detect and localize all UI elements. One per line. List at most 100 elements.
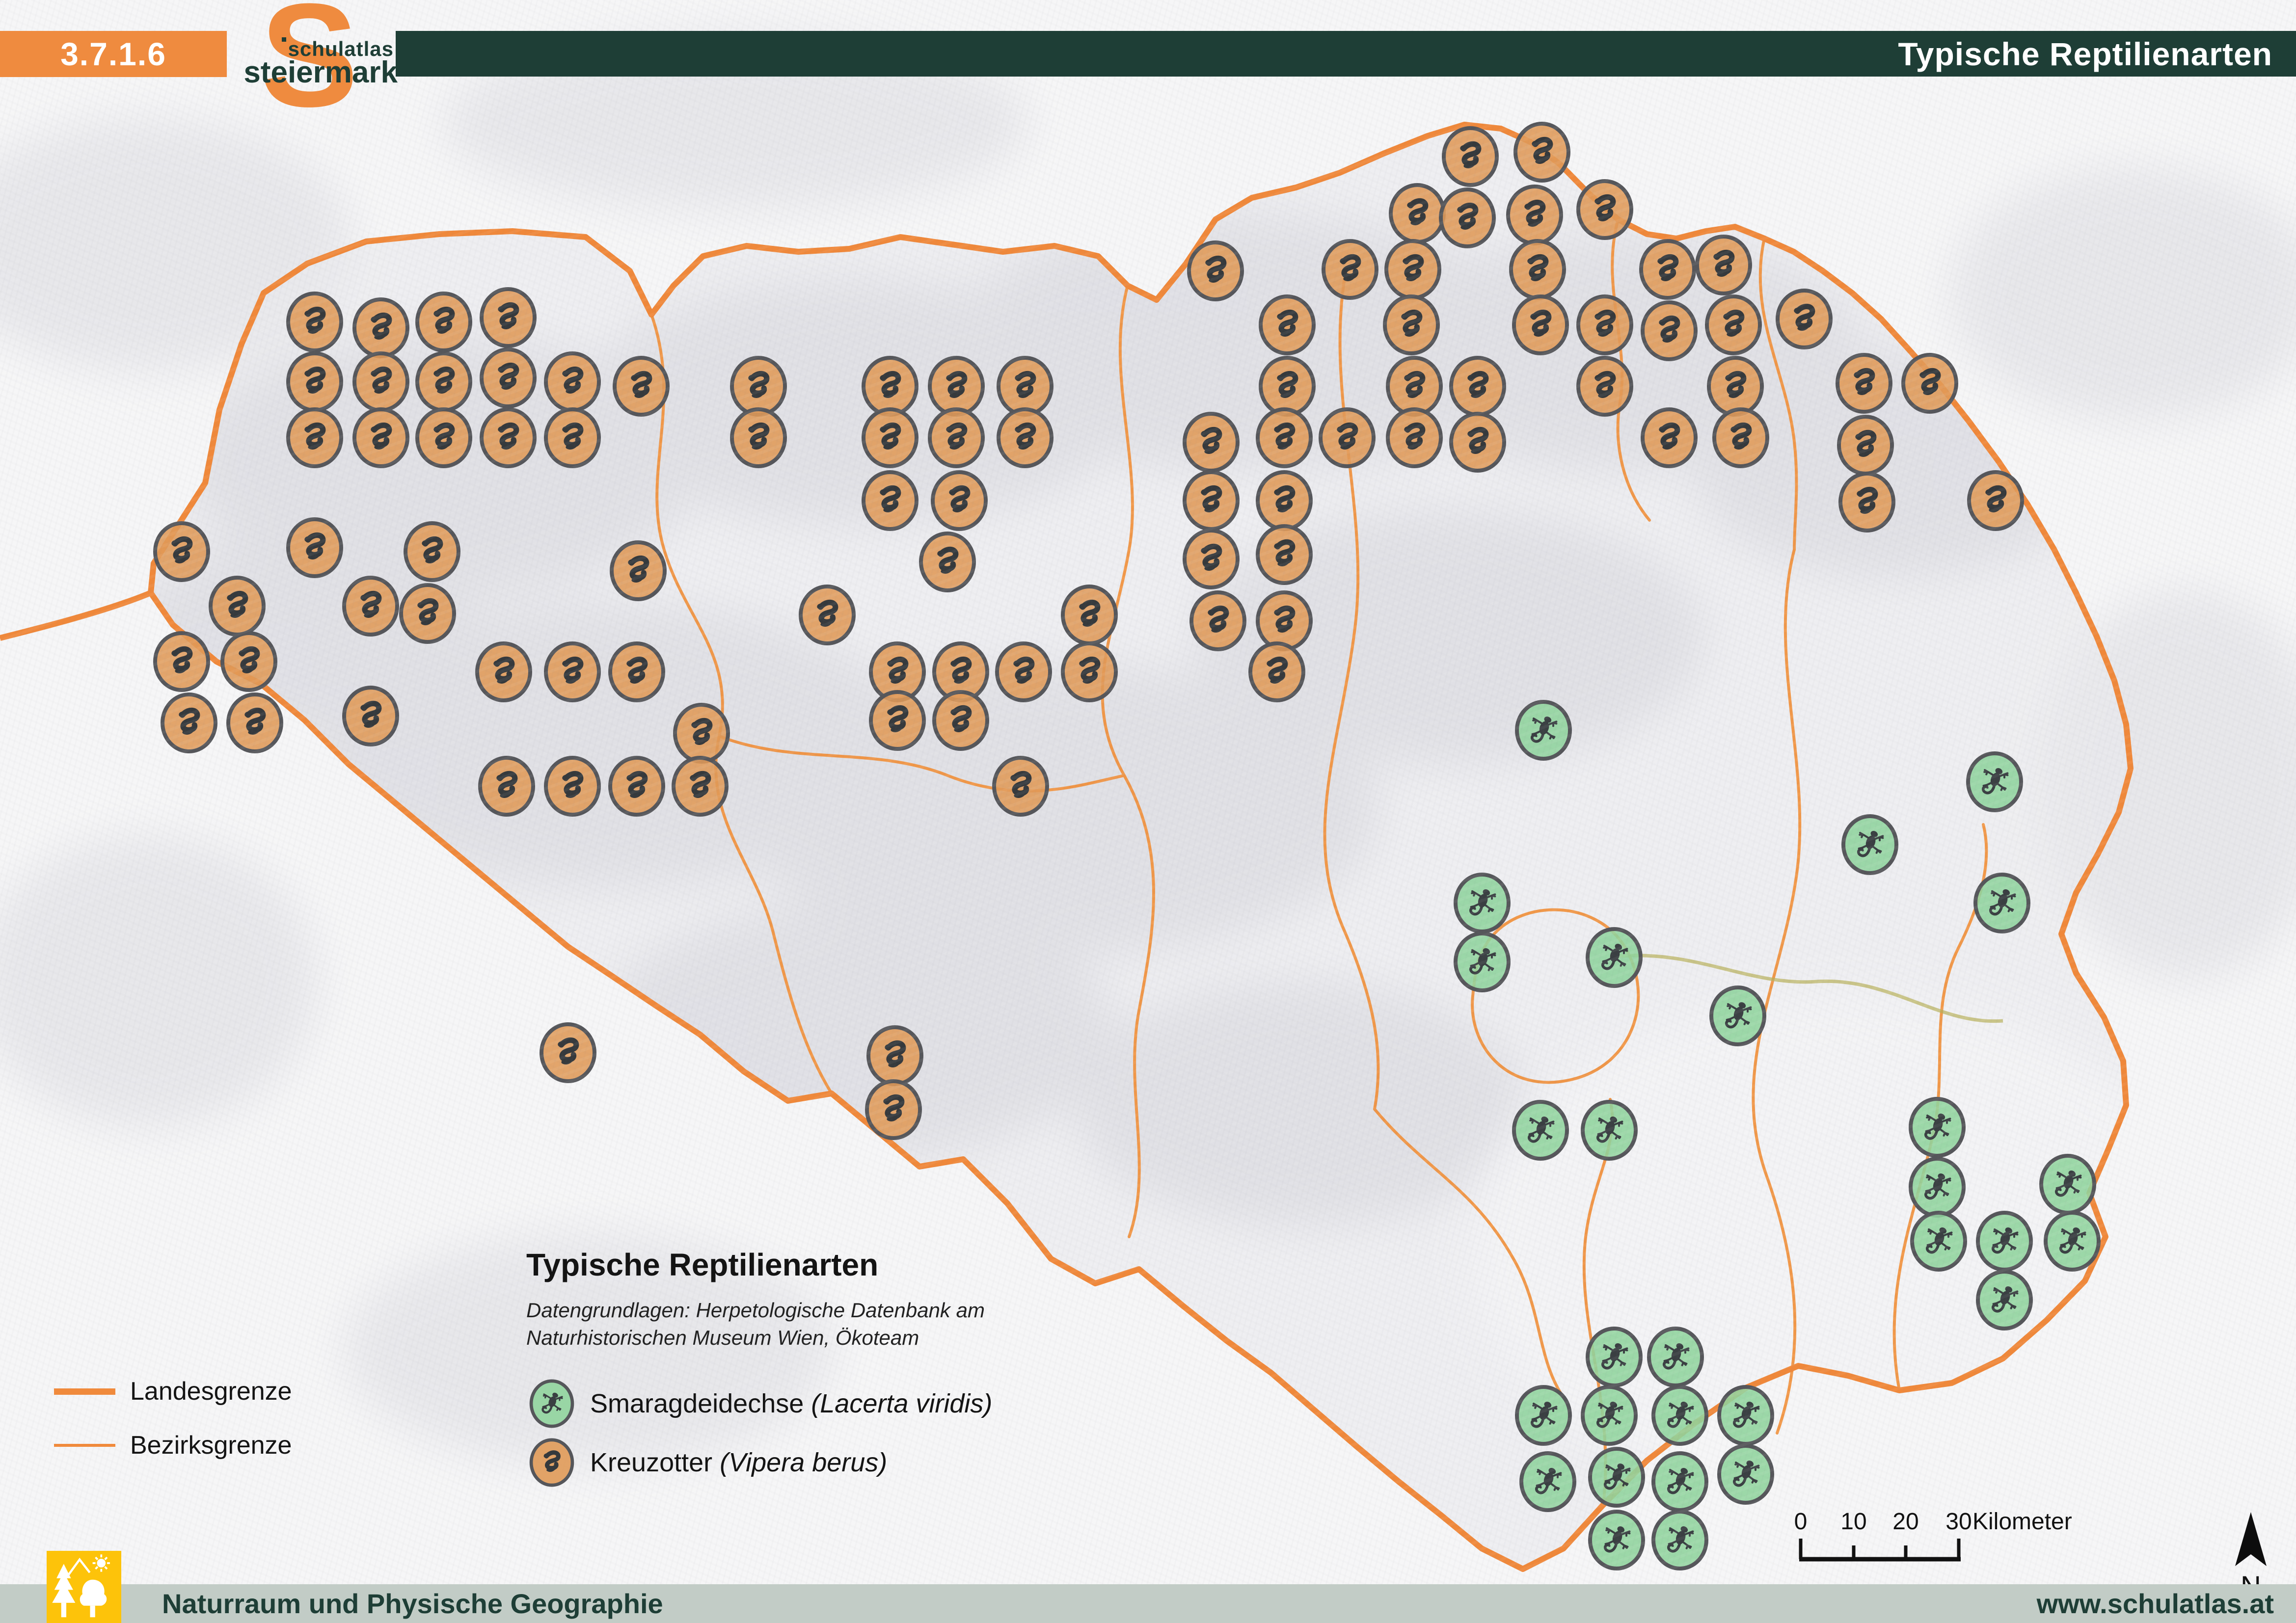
legend-item-kreuzotter: Kreuzotter (Vipera berus) — [526, 1433, 992, 1492]
kreuzotter-marker — [1578, 358, 1631, 415]
smaragdeidechse-marker — [2041, 1156, 2094, 1213]
legend-title: Typische Reptilienarten — [526, 1247, 992, 1283]
kreuzotter-marker — [541, 1024, 594, 1081]
scale-unit-label: Kilometer — [1972, 1508, 2072, 1535]
kreuzotter-marker — [1391, 185, 1444, 242]
smaragdeidechse-marker — [1968, 753, 2021, 810]
kreuzotter-marker — [1578, 296, 1631, 353]
smaragdeidechse-marker — [1711, 987, 1764, 1044]
legend-source-line2: Naturhistorischen Museum Wien, Ökoteam — [526, 1324, 992, 1352]
kreuzotter-marker — [1511, 241, 1564, 298]
kreuzotter-marker — [1451, 358, 1504, 415]
kreuzotter-marker — [994, 758, 1047, 815]
logo-steiermark-text: steiermark — [243, 55, 398, 90]
kreuzotter-marker — [1185, 472, 1238, 529]
kreuzotter-marker — [1321, 409, 1374, 466]
kreuzotter-marker — [288, 353, 341, 410]
kreuzotter-marker — [1969, 472, 2022, 529]
kreuzotter-marker — [482, 349, 535, 406]
kreuzotter-marker — [674, 758, 727, 815]
smaragdeidechse-marker — [1588, 929, 1641, 986]
kreuzotter-marker — [1697, 237, 1750, 293]
kreuzotter-marker — [1707, 296, 1760, 353]
kreuzotter-marker — [867, 1081, 920, 1138]
bezirksgrenze-line-sample — [54, 1444, 115, 1447]
kreuzotter-marker — [546, 643, 599, 700]
scale-tick-10: 10 — [1840, 1508, 1866, 1535]
footer-bar: Naturraum und Physische Geographie www.s… — [0, 1584, 2296, 1623]
kreuzotter-marker — [864, 358, 917, 415]
kreuzotter-marker — [477, 643, 530, 700]
kreuzotter-marker — [1839, 417, 1892, 474]
kreuzotter-marker — [354, 353, 407, 410]
kreuzotter-marker — [930, 358, 983, 415]
kreuzotter-marker — [1250, 643, 1303, 700]
kreuzotter-marker — [1441, 189, 1494, 246]
smaragdeidechse-marker — [1911, 1159, 1964, 1216]
kreuzotter-marker — [610, 758, 663, 815]
kreuzotter-marker — [1903, 355, 1956, 412]
kreuzotter-marker — [1837, 355, 1891, 412]
kreuzotter-marker — [1185, 414, 1238, 471]
footer-section-title: Naturraum und Physische Geographie — [162, 1588, 663, 1620]
kreuzotter-marker — [354, 409, 407, 466]
kreuzotter-marker — [1191, 592, 1244, 649]
kreuzotter-marker — [222, 633, 275, 690]
kreuzotter-marker — [732, 358, 785, 415]
scale-tick-0: 0 — [1794, 1508, 1808, 1535]
schulatlas-logo: S schulatlas steiermark — [231, 0, 407, 123]
kreuzotter-marker — [615, 358, 668, 415]
boundary-label: Landesgrenze — [130, 1377, 292, 1406]
kreuzotter-marker — [155, 523, 208, 580]
smaragdeidechse-marker — [1456, 933, 1509, 990]
legend-source-line1: Datengrundlagen: Herpetologische Datenba… — [526, 1297, 992, 1324]
snake-icon — [526, 1435, 577, 1490]
kreuzotter-marker — [417, 293, 470, 350]
legend-item-label: Kreuzotter (Vipera berus) — [590, 1447, 887, 1478]
kreuzotter-marker — [1385, 296, 1438, 353]
kreuzotter-marker — [1388, 358, 1441, 415]
smaragdeidechse-marker — [1719, 1387, 1772, 1444]
smaragdeidechse-marker — [1517, 702, 1570, 759]
kreuzotter-marker — [344, 688, 397, 745]
kreuzotter-marker — [1258, 526, 1311, 583]
kreuzotter-marker — [480, 758, 533, 815]
kreuzotter-marker — [930, 409, 983, 466]
kreuzotter-marker — [1388, 409, 1441, 466]
kreuzotter-marker — [1386, 241, 1439, 298]
footer-website-link[interactable]: www.schulatlas.at — [2037, 1588, 2274, 1620]
kreuzotter-marker — [1185, 531, 1238, 587]
kreuzotter-marker — [155, 633, 208, 690]
kreuzotter-marker — [1189, 242, 1242, 299]
trees-sun-icon — [47, 1551, 121, 1623]
smaragdeidechse-marker — [1456, 875, 1509, 931]
kreuzotter-marker — [612, 542, 665, 599]
kreuzotter-marker — [546, 409, 599, 466]
north-arrow-icon — [2212, 1509, 2290, 1570]
smaragdeidechse-marker — [1590, 1512, 1643, 1569]
map-number: 3.7.1.6 — [60, 35, 166, 73]
kreuzotter-marker — [1714, 409, 1767, 466]
kreuzotter-marker — [546, 353, 599, 410]
kreuzotter-marker — [211, 578, 264, 635]
kreuzotter-marker — [610, 643, 663, 700]
kreuzotter-marker — [675, 705, 728, 762]
styria-map — [0, 0, 2296, 1623]
kreuzotter-marker — [288, 519, 341, 576]
kreuzotter-marker — [228, 694, 281, 751]
kreuzotter-marker — [1258, 472, 1311, 529]
kreuzotter-marker — [999, 358, 1052, 415]
boundary-label: Bezirksgrenze — [130, 1431, 292, 1460]
kreuzotter-marker — [999, 409, 1052, 466]
kreuzotter-marker — [1258, 592, 1311, 649]
legend-item-landesgrenze: Landesgrenze — [54, 1364, 292, 1418]
smaragdeidechse-marker — [1653, 1512, 1706, 1569]
smaragdeidechse-marker — [1719, 1446, 1772, 1503]
header-bar: Typische Reptilienarten — [396, 31, 2296, 77]
kreuzotter-marker — [1514, 296, 1567, 353]
kreuzotter-marker — [482, 289, 535, 346]
kreuzotter-marker — [546, 758, 599, 815]
nature-logo — [47, 1551, 121, 1623]
gecko-icon — [526, 1376, 577, 1432]
kreuzotter-marker — [1643, 302, 1696, 359]
